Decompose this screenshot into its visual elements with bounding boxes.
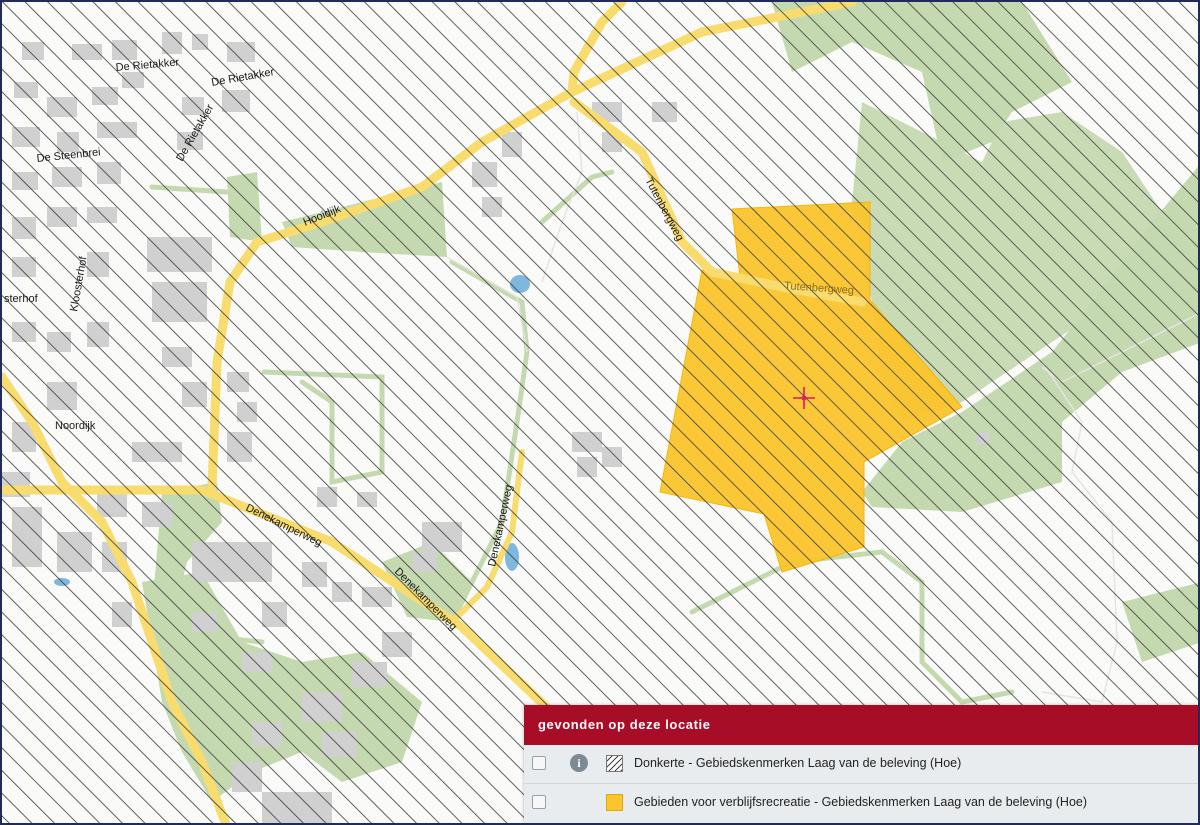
street-label-noordijk: Noordijk — [55, 420, 96, 432]
layer-label: Gebieden voor verblijfsrecreatie - Gebie… — [634, 795, 1088, 809]
panel-title: gevonden op deze locatie — [524, 705, 1198, 745]
map-viewport[interactable]: De Rietakker De Rietakker De Rietakker D… — [0, 0, 1200, 825]
darkness-hatch-overlay — [2, 2, 1198, 823]
layer-checkbox[interactable] — [532, 795, 546, 809]
layer-row[interactable]: Gebieden voor verblijfsrecreatie - Gebie… — [524, 784, 1198, 822]
map-canvas[interactable]: De Rietakker De Rietakker De Rietakker D… — [2, 2, 1200, 825]
results-panel: gevonden op deze locatie i Donkerte - Ge… — [524, 705, 1198, 823]
info-icon[interactable]: i — [570, 754, 588, 772]
layer-row[interactable]: i Donkerte - Gebiedskenmerken Laag van d… — [524, 745, 1198, 784]
hatch-swatch-icon — [606, 755, 623, 772]
layer-label: Donkerte - Gebiedskenmerken Laag van de … — [634, 756, 962, 770]
street-label-sterhof: sterhof — [4, 293, 39, 305]
layer-checkbox[interactable] — [532, 756, 546, 770]
yellow-swatch-icon — [606, 794, 623, 811]
